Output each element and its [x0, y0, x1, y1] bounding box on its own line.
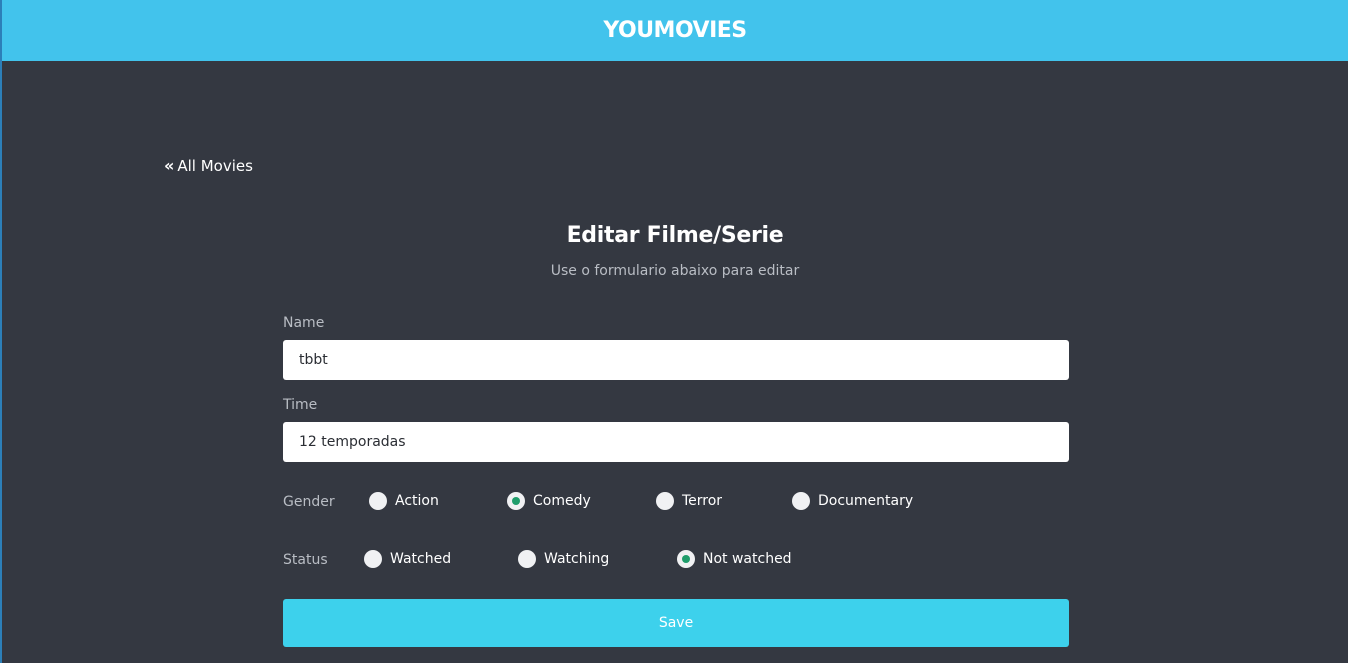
app-window: YOUMOVIES « All Movies Editar Filme/Seri… — [0, 0, 1348, 663]
radio-action[interactable] — [369, 492, 387, 510]
gender-option-documentary[interactable]: Documentary — [792, 492, 913, 510]
brand-logo: YOUMOVIES — [603, 18, 747, 43]
radio-label-action: Action — [395, 493, 439, 509]
radio-label-watching: Watching — [544, 551, 610, 567]
gender-label: Gender — [283, 494, 335, 510]
radio-label-documentary: Documentary — [818, 493, 914, 509]
status-group: Status Watched Watching Not watched — [283, 548, 1069, 572]
radio-label-terror: Terror — [682, 493, 723, 509]
gender-option-terror[interactable]: Terror — [656, 492, 722, 510]
gender-option-action[interactable]: Action — [369, 492, 439, 510]
radio-comedy[interactable] — [507, 492, 525, 510]
name-label: Name — [283, 315, 325, 331]
radio-terror[interactable] — [656, 492, 674, 510]
radio-not-watched[interactable] — [677, 550, 695, 568]
status-option-watched[interactable]: Watched — [364, 550, 451, 568]
status-option-watching[interactable]: Watching — [518, 550, 609, 568]
status-label: Status — [283, 552, 328, 568]
gender-group: Gender Action Comedy Terror Documentary — [283, 490, 1069, 514]
gender-option-comedy[interactable]: Comedy — [507, 492, 591, 510]
time-label: Time — [283, 397, 318, 413]
radio-watching[interactable] — [518, 550, 536, 568]
top-bar: YOUMOVIES — [2, 0, 1348, 61]
save-button[interactable]: Save — [283, 599, 1069, 647]
status-option-not-watched[interactable]: Not watched — [677, 550, 792, 568]
page-title: Editar Filme/Serie — [566, 223, 784, 248]
name-input[interactable] — [283, 340, 1069, 380]
all-movies-label: All Movies — [177, 157, 253, 175]
radio-label-watched: Watched — [390, 551, 452, 567]
page-subtitle: Use o formulario abaixo para editar — [550, 263, 800, 279]
radio-documentary[interactable] — [792, 492, 810, 510]
all-movies-link[interactable]: « All Movies — [164, 157, 253, 175]
radio-label-comedy: Comedy — [533, 493, 591, 509]
double-chevron-left-icon: « — [164, 156, 175, 175]
radio-label-not-watched: Not watched — [703, 551, 792, 567]
time-input[interactable] — [283, 422, 1069, 462]
radio-watched[interactable] — [364, 550, 382, 568]
